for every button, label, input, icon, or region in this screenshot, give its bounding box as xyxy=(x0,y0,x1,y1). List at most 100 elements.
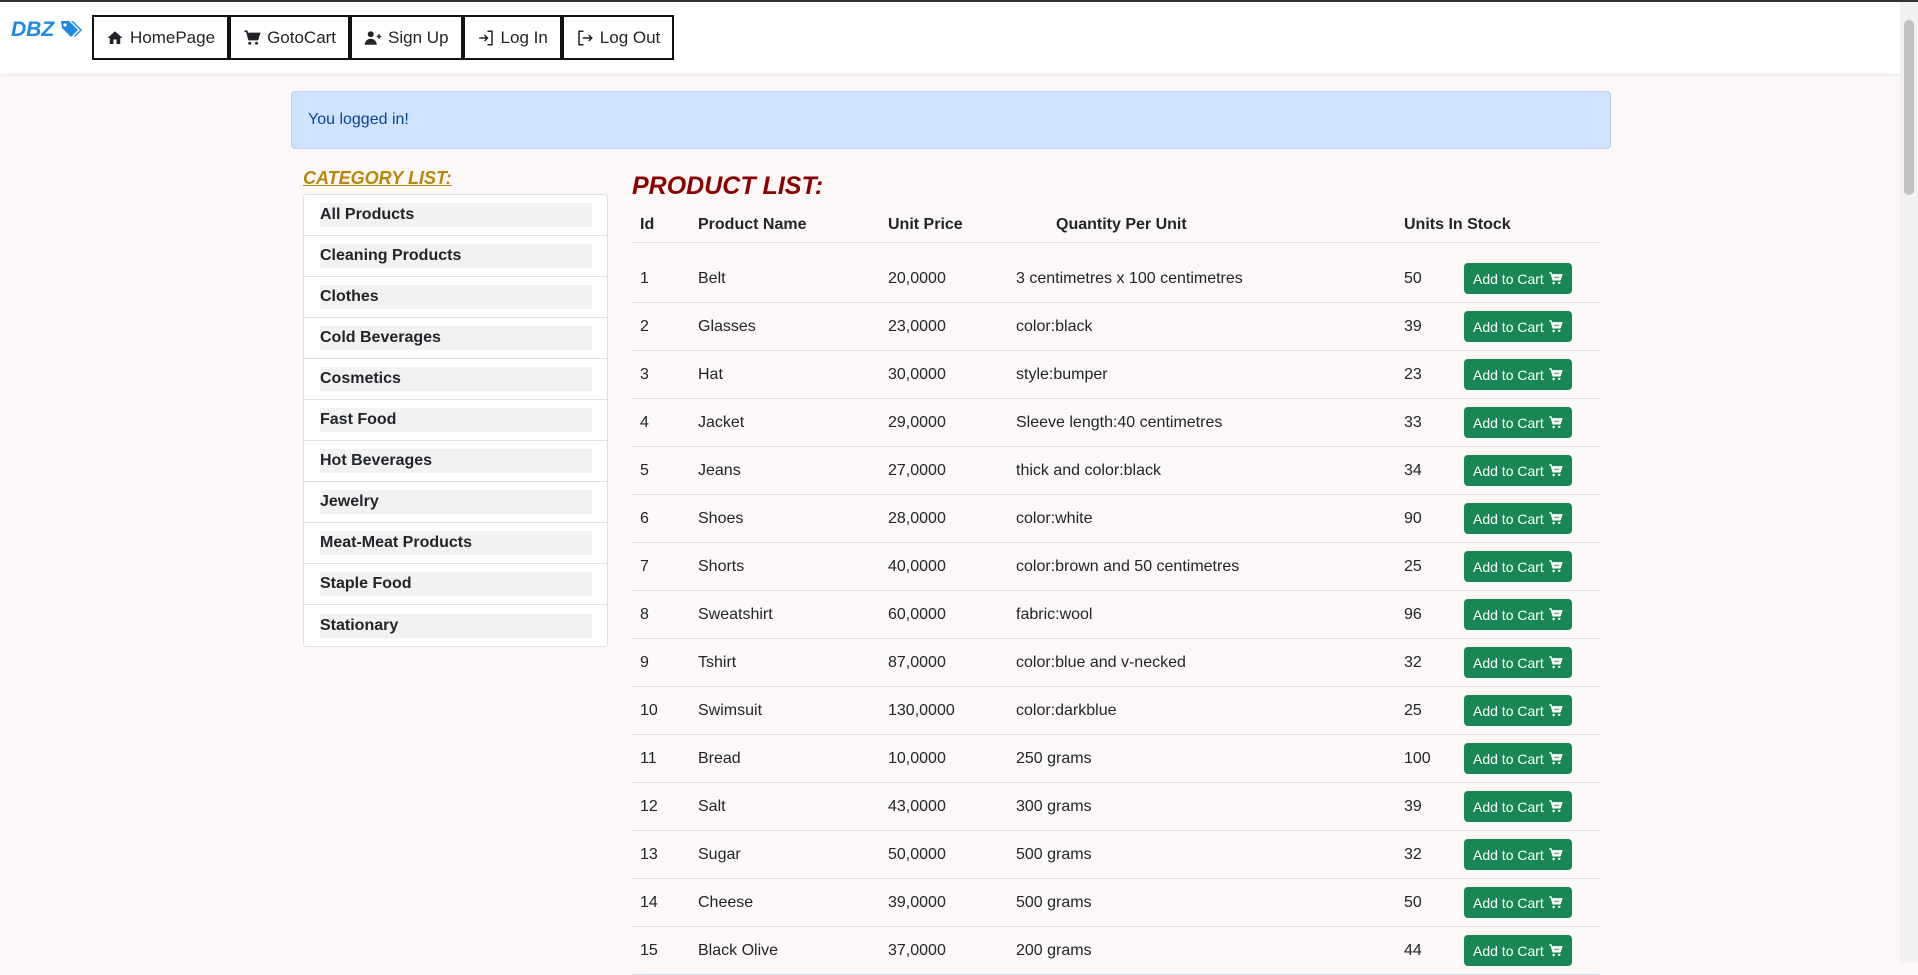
table-row: 9 Tshirt 87,0000 color:blue and v-necked 32 A… xyxy=(632,638,1600,687)
product-table: Id Product Name Unit Price Quantity Per … xyxy=(632,208,1600,975)
add-to-cart-button[interactable]: Add to Cart xyxy=(1464,743,1572,774)
table-row: 1 Belt 20,0000 3 centimetres x 100 centimet… xyxy=(632,255,1600,303)
product-id: 14 xyxy=(632,878,698,927)
product-name: Sweatshirt xyxy=(698,590,888,639)
product-id: 4 xyxy=(632,398,698,447)
product-units-in-stock: 25 xyxy=(1404,542,1464,591)
category-item-all-products[interactable]: All Products xyxy=(304,195,607,236)
scrollbar-thumb[interactable] xyxy=(1904,20,1914,195)
add-to-cart-button[interactable]: Add to Cart xyxy=(1464,935,1572,966)
table-row: 8 Sweatshirt 60,0000 fabric:wool 96 Add to Ca… xyxy=(632,590,1600,639)
product-name: Black Olive xyxy=(698,926,888,975)
product-name: Swimsuit xyxy=(698,686,888,735)
add-to-cart-button[interactable]: Add to Cart xyxy=(1464,407,1572,438)
brand-label: DBZ xyxy=(11,18,55,41)
product-unit-price: 28,0000 xyxy=(888,494,1016,543)
login-button[interactable]: Log In xyxy=(462,15,562,60)
add-to-cart-button[interactable]: Add to Cart xyxy=(1464,455,1572,486)
col-header-id: Id xyxy=(632,208,698,243)
product-quantity-per-unit: 500 grams xyxy=(1016,830,1404,879)
product-unit-price: 37,0000 xyxy=(888,926,1016,975)
add-to-cart-button[interactable]: Add to Cart xyxy=(1464,647,1572,678)
category-label: Stationary xyxy=(320,613,592,638)
category-item-fast-food[interactable]: Fast Food xyxy=(304,400,607,441)
add-to-cart-label: Add to Cart xyxy=(1473,270,1544,287)
product-quantity-per-unit: color:blue and v-necked xyxy=(1016,638,1404,687)
add-to-cart-button[interactable]: Add to Cart xyxy=(1464,695,1572,726)
table-row: 14 Cheese 39,0000 500 grams 50 Add to Cart xyxy=(632,878,1600,927)
product-id: 9 xyxy=(632,638,698,687)
product-unit-price: 30,0000 xyxy=(888,350,1016,399)
brand-logo[interactable]: DBZ xyxy=(11,18,83,42)
add-to-cart-label: Add to Cart xyxy=(1473,366,1544,383)
add-to-cart-label: Add to Cart xyxy=(1473,318,1544,335)
product-unit-price: 40,0000 xyxy=(888,542,1016,591)
tags-icon xyxy=(61,21,83,37)
cart-icon xyxy=(1549,512,1563,525)
product-quantity-per-unit: color:darkblue xyxy=(1016,686,1404,735)
add-to-cart-button[interactable]: Add to Cart xyxy=(1464,551,1572,582)
category-item-meat-meat-products[interactable]: Meat-Meat Products xyxy=(304,523,607,564)
product-quantity-per-unit: fabric:wool xyxy=(1016,590,1404,639)
add-to-cart-label: Add to Cart xyxy=(1473,798,1544,815)
product-unit-price: 27,0000 xyxy=(888,446,1016,495)
product-quantity-per-unit: Sleeve length:40 centimetres xyxy=(1016,398,1404,447)
product-units-in-stock: 34 xyxy=(1404,446,1464,495)
add-to-cart-button[interactable]: Add to Cart xyxy=(1464,791,1572,822)
gotocart-label: GotoCart xyxy=(267,27,337,47)
cart-icon xyxy=(1549,320,1563,333)
category-item-jewelry[interactable]: Jewelry xyxy=(304,482,607,523)
homepage-button[interactable]: HomePage xyxy=(92,15,230,60)
category-item-cosmetics[interactable]: Cosmetics xyxy=(304,359,607,400)
category-item-clothes[interactable]: Clothes xyxy=(304,277,607,318)
category-label: Clothes xyxy=(320,285,592,309)
table-header-row: Id Product Name Unit Price Quantity Per … xyxy=(632,208,1600,243)
login-icon xyxy=(478,30,493,45)
add-to-cart-button[interactable]: Add to Cart xyxy=(1464,263,1572,294)
product-unit-price: 43,0000 xyxy=(888,782,1016,831)
add-to-cart-cell: Add to Cart xyxy=(1464,734,1600,783)
col-header-unit-price: Unit Price xyxy=(888,208,1016,243)
category-item-staple-food[interactable]: Staple Food xyxy=(304,564,607,605)
alert-message: You logged in! xyxy=(308,111,409,128)
add-to-cart-button[interactable]: Add to Cart xyxy=(1464,599,1572,630)
add-to-cart-button[interactable]: Add to Cart xyxy=(1464,839,1572,870)
category-label: Staple Food xyxy=(320,572,592,596)
table-row: 7 Shorts 40,0000 color:brown and 50 centime… xyxy=(632,542,1600,591)
category-item-cold-beverages[interactable]: Cold Beverages xyxy=(304,318,607,359)
category-item-hot-beverages[interactable]: Hot Beverages xyxy=(304,441,607,482)
product-id: 11 xyxy=(632,734,698,783)
logout-label: Log Out xyxy=(599,27,661,47)
product-quantity-per-unit: 300 grams xyxy=(1016,782,1404,831)
add-to-cart-button[interactable]: Add to Cart xyxy=(1464,359,1572,390)
product-units-in-stock: 50 xyxy=(1404,878,1464,927)
product-name: Hat xyxy=(698,350,888,399)
cart-icon xyxy=(1549,800,1563,813)
add-to-cart-cell: Add to Cart xyxy=(1464,302,1600,351)
signup-button[interactable]: Sign Up xyxy=(350,15,463,60)
add-to-cart-cell: Add to Cart xyxy=(1464,926,1600,975)
table-row: 3 Hat 30,0000 style:bumper 23 Add to Cart xyxy=(632,350,1600,399)
table-row: 4 Jacket 29,0000 Sleeve length:40 centimetr… xyxy=(632,398,1600,447)
table-row: 15 Black Olive 37,0000 200 grams 44 Add to Ca… xyxy=(632,926,1600,975)
add-to-cart-label: Add to Cart xyxy=(1473,414,1544,431)
add-to-cart-button[interactable]: Add to Cart xyxy=(1464,887,1572,918)
logout-button[interactable]: Log Out xyxy=(561,15,675,60)
product-units-in-stock: 25 xyxy=(1404,686,1464,735)
nav-buttons: HomePage GotoCart Sign Up Log In Log Out xyxy=(92,15,675,60)
gotocart-button[interactable]: GotoCart xyxy=(229,15,351,60)
add-to-cart-button[interactable]: Add to Cart xyxy=(1464,503,1572,534)
product-id: 13 xyxy=(632,830,698,879)
product-id: 7 xyxy=(632,542,698,591)
category-list-title: CATEGORY LIST: xyxy=(303,168,452,188)
product-quantity-per-unit: style:bumper xyxy=(1016,350,1404,399)
product-id: 10 xyxy=(632,686,698,735)
product-units-in-stock: 39 xyxy=(1404,302,1464,351)
product-name: Shorts xyxy=(698,542,888,591)
category-item-stationary[interactable]: Stationary xyxy=(304,605,607,646)
page-scrollbar[interactable] xyxy=(1900,2,1918,962)
product-quantity-per-unit: thick and color:black xyxy=(1016,446,1404,495)
add-to-cart-button[interactable]: Add to Cart xyxy=(1464,311,1572,342)
product-quantity-per-unit: 3 centimetres x 100 centimetres xyxy=(1016,255,1404,303)
category-item-cleaning-products[interactable]: Cleaning Products xyxy=(304,236,607,277)
